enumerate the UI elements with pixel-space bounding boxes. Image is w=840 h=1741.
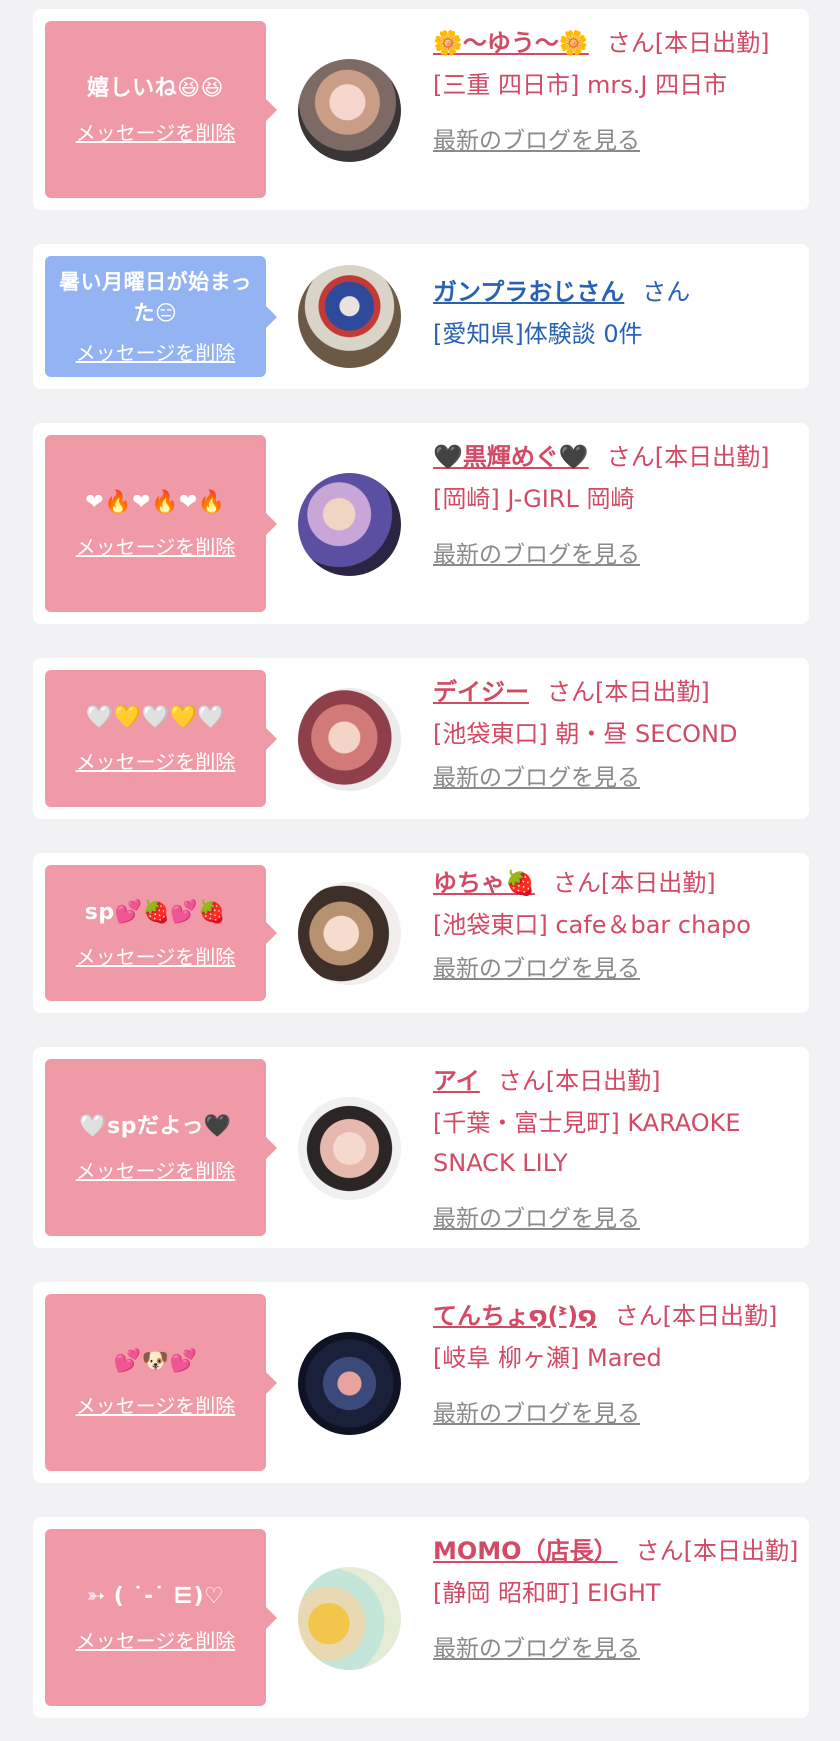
- message-text: 嬉しいね😆😆: [87, 76, 224, 101]
- avatar[interactable]: [298, 1567, 401, 1670]
- user-name-link[interactable]: MOMO（店長）: [433, 1537, 618, 1565]
- delete-message-link[interactable]: メッセージを削除: [76, 531, 236, 560]
- message-text: 💕🐶💕: [113, 1349, 198, 1374]
- status-text: さん[本日出勤]: [635, 1537, 799, 1565]
- user-name-link[interactable]: 🌼〜ゆう〜🌼: [433, 29, 589, 57]
- location-text: [三重 四日市] mrs.J 四日市: [433, 71, 728, 99]
- delete-message-link[interactable]: メッセージを削除: [76, 941, 236, 970]
- location-text: [岐阜 柳ヶ瀬] Mared: [433, 1344, 662, 1372]
- user-info: デイジー さん[本日出勤] [池袋東口] 朝・昼 SECOND 最新のブログを見る: [433, 672, 803, 798]
- message-text: ❤🔥❤🔥❤🔥: [85, 490, 226, 515]
- location-text: [愛知県]体験談 0件: [433, 320, 643, 348]
- message-card: ➳ ( ˙-˙ ⋿)♡ メッセージを削除 MOMO（店長） さん[本日出勤] [静…: [33, 1517, 809, 1718]
- delete-message-link[interactable]: メッセージを削除: [76, 117, 236, 146]
- latest-blog-link[interactable]: 最新のブログを見る: [433, 121, 640, 161]
- status-text: さん[本日出勤]: [606, 443, 770, 471]
- location-text: [千葉・富士見町] KARAOKE SNACK LILY: [433, 1109, 741, 1177]
- avatar[interactable]: [298, 882, 401, 985]
- avatar[interactable]: [298, 265, 401, 368]
- avatar[interactable]: [298, 688, 401, 791]
- user-name-link[interactable]: てんちょ໑(ᕑ)໑: [433, 1302, 597, 1330]
- latest-blog-link[interactable]: 最新のブログを見る: [433, 949, 640, 989]
- message-text: 暑い月曜日が始まった😑: [59, 270, 252, 325]
- user-name-link[interactable]: ゆちゃ🍓: [433, 869, 535, 897]
- status-text: さん[本日出勤]: [552, 869, 716, 897]
- status-text: さん[本日出勤]: [606, 29, 770, 57]
- message-card: ❤🔥❤🔥❤🔥 メッセージを削除 🖤黒輝めぐ🖤 さん[本日出勤] [岡崎] J-GI…: [33, 423, 809, 624]
- message-card: 🤍spだよっ🖤 メッセージを削除 アイ さん[本日出勤] [千葉・富士見町] KA…: [33, 1047, 809, 1248]
- message-card: 暑い月曜日が始まった😑 メッセージを削除 ガンプラおじさん さん [愛知県]体験談…: [33, 244, 809, 389]
- delete-message-link[interactable]: メッセージを削除: [76, 337, 236, 366]
- latest-blog-link[interactable]: 最新のブログを見る: [433, 535, 640, 575]
- message-bubble: ❤🔥❤🔥❤🔥 メッセージを削除: [45, 435, 277, 612]
- location-text: [静岡 昭和町] EIGHT: [433, 1579, 661, 1607]
- user-info: MOMO（店長） さん[本日出勤] [静岡 昭和町] EIGHT 最新のブログを見…: [433, 1531, 803, 1669]
- delete-message-link[interactable]: メッセージを削除: [76, 1625, 236, 1654]
- user-name-link[interactable]: 🖤黒輝めぐ🖤: [433, 443, 589, 471]
- status-text: さん[本日出勤]: [614, 1302, 778, 1330]
- message-bubble: 嬉しいね😆😆 メッセージを削除: [45, 21, 277, 198]
- message-bubble: 🤍spだよっ🖤 メッセージを削除: [45, 1059, 277, 1236]
- latest-blog-link[interactable]: 最新のブログを見る: [433, 758, 640, 798]
- status-text: さん: [642, 278, 691, 306]
- user-info: てんちょ໑(ᕑ)໑ さん[本日出勤] [岐阜 柳ヶ瀬] Mared 最新のブログを…: [433, 1296, 803, 1434]
- location-text: [岡崎] J-GIRL 岡崎: [433, 485, 635, 513]
- message-card: sp💕🍓💕🍓 メッセージを削除 ゆちゃ🍓 さん[本日出勤] [池袋東口] cafe…: [33, 853, 809, 1013]
- user-name-link[interactable]: ガンプラおじさん: [433, 278, 624, 306]
- message-card: 💕🐶💕 メッセージを削除 てんちょ໑(ᕑ)໑ さん[本日出勤] [岐阜 柳ヶ瀬] …: [33, 1282, 809, 1483]
- user-info: アイ さん[本日出勤] [千葉・富士見町] KARAOKE SNACK LILY …: [433, 1061, 803, 1239]
- message-bubble: sp💕🍓💕🍓 メッセージを削除: [45, 865, 277, 1001]
- latest-blog-link[interactable]: 最新のブログを見る: [433, 1394, 640, 1434]
- message-card: 嬉しいね😆😆 メッセージを削除 🌼〜ゆう〜🌼 さん[本日出勤] [三重 四日市] …: [33, 9, 809, 210]
- location-text: [池袋東口] 朝・昼 SECOND: [433, 720, 738, 748]
- avatar[interactable]: [298, 1097, 401, 1200]
- message-bubble: 🤍💛🤍💛🤍 メッセージを削除: [45, 670, 277, 807]
- user-info: ガンプラおじさん さん [愛知県]体験談 0件: [433, 272, 803, 354]
- message-list: 嬉しいね😆😆 メッセージを削除 🌼〜ゆう〜🌼 さん[本日出勤] [三重 四日市] …: [0, 0, 840, 1741]
- message-bubble: 💕🐶💕 メッセージを削除: [45, 1294, 277, 1471]
- location-text: [池袋東口] cafe＆bar chapo: [433, 911, 751, 939]
- delete-message-link[interactable]: メッセージを削除: [76, 1155, 236, 1184]
- message-text: 🤍spだよっ🖤: [79, 1114, 232, 1139]
- message-bubble: 暑い月曜日が始まった😑 メッセージを削除: [45, 256, 277, 377]
- message-text: sp💕🍓💕🍓: [84, 899, 227, 925]
- message-card: 🤍💛🤍💛🤍 メッセージを削除 デイジー さん[本日出勤] [池袋東口] 朝・昼 S…: [33, 658, 809, 819]
- delete-message-link[interactable]: メッセージを削除: [76, 746, 236, 775]
- latest-blog-link[interactable]: 最新のブログを見る: [433, 1629, 640, 1669]
- status-text: さん[本日出勤]: [497, 1067, 661, 1095]
- user-name-link[interactable]: デイジー: [433, 678, 529, 706]
- delete-message-link[interactable]: メッセージを削除: [76, 1390, 236, 1419]
- avatar[interactable]: [298, 59, 401, 162]
- message-text: ➳ ( ˙-˙ ⋿)♡: [86, 1584, 225, 1609]
- latest-blog-link[interactable]: 最新のブログを見る: [433, 1199, 640, 1239]
- avatar[interactable]: [298, 1332, 401, 1435]
- avatar[interactable]: [298, 473, 401, 576]
- message-bubble: ➳ ( ˙-˙ ⋿)♡ メッセージを削除: [45, 1529, 277, 1706]
- user-info: 🌼〜ゆう〜🌼 さん[本日出勤] [三重 四日市] mrs.J 四日市 最新のブログ…: [433, 23, 803, 161]
- message-text: 🤍💛🤍💛🤍: [85, 705, 226, 730]
- status-text: さん[本日出勤]: [547, 678, 710, 706]
- user-name-link[interactable]: アイ: [433, 1067, 480, 1095]
- user-info: ゆちゃ🍓 さん[本日出勤] [池袋東口] cafe＆bar chapo 最新のブロ…: [433, 863, 803, 989]
- user-info: 🖤黒輝めぐ🖤 さん[本日出勤] [岡崎] J-GIRL 岡崎 最新のブログを見る: [433, 437, 803, 575]
